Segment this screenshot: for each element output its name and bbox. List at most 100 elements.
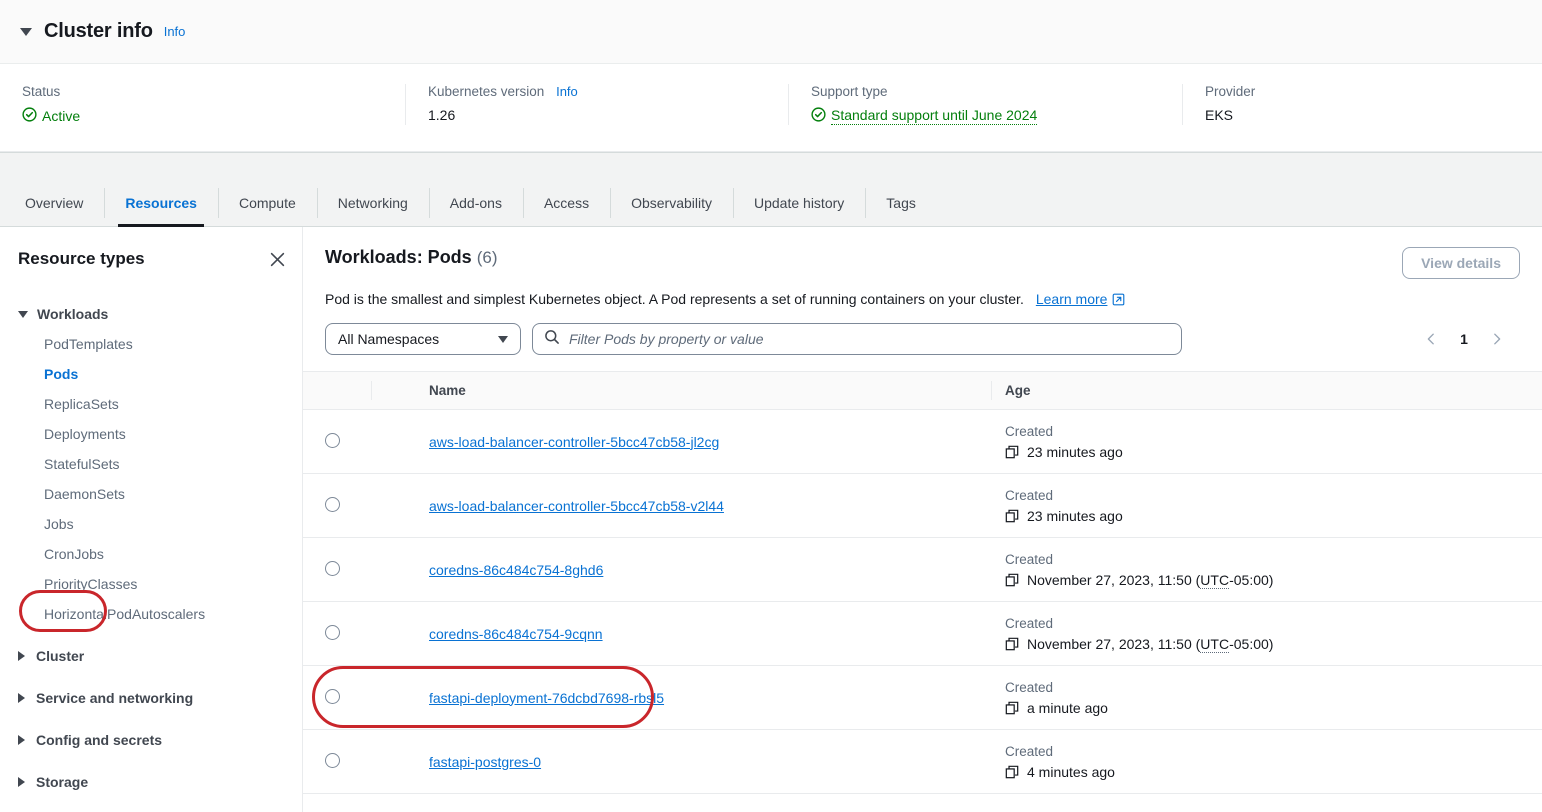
- table-row[interactable]: coredns-86c484c754-8ghd6 Created Novembe…: [303, 537, 1542, 602]
- sidebar-item-statefulsets[interactable]: StatefulSets: [0, 449, 302, 479]
- table-row[interactable]: fastapi-deployment-76dcbd7698-rbsl5 Crea…: [303, 665, 1542, 730]
- tab-compute[interactable]: Compute: [217, 180, 317, 226]
- row-radio[interactable]: [325, 688, 340, 704]
- panel-title: Workloads: Pods (6): [325, 247, 498, 268]
- sidebar-item-podtemplates[interactable]: PodTemplates: [0, 329, 302, 359]
- row-name-cell: aws-load-balancer-controller-5bcc47cb58-…: [371, 409, 991, 474]
- sidebar-group-cluster[interactable]: Cluster: [0, 641, 302, 671]
- panel-title-text: Workloads: Pods: [325, 247, 472, 267]
- row-select-cell: [303, 473, 371, 538]
- namespace-select[interactable]: All Namespaces: [325, 323, 521, 355]
- sidebar-item-pods[interactable]: Pods: [0, 359, 302, 389]
- age-value: November 27, 2023, 11:50 (UTC-05:00): [1005, 635, 1532, 653]
- pagination-next-button[interactable]: [1482, 324, 1512, 354]
- tab-tags[interactable]: Tags: [865, 180, 937, 226]
- chevron-down-icon[interactable]: [20, 27, 32, 36]
- table-row[interactable]: coredns-86c484c754-9cqnn Created Novembe…: [303, 601, 1542, 666]
- age-text: 4 minutes ago: [1027, 763, 1115, 780]
- age-value: 4 minutes ago: [1005, 764, 1532, 780]
- tab-access[interactable]: Access: [522, 180, 610, 226]
- pod-link[interactable]: fastapi-deployment-76dcbd7698-rbsl5: [429, 690, 664, 706]
- status-badge: Active: [22, 107, 80, 125]
- row-radio[interactable]: [325, 432, 340, 448]
- table-header: Name Age: [303, 371, 1542, 410]
- cluster-properties: Status Active Kubernetes version Info 1.…: [0, 64, 1542, 151]
- cluster-info-section: Cluster info Info Status Active Kubernet…: [0, 0, 1542, 152]
- learn-more-label: Learn more: [1035, 291, 1108, 307]
- row-age-cell: Created November 27, 2023, 11:50 (UTC-05…: [991, 537, 1542, 602]
- age-text: 23 minutes ago: [1027, 443, 1123, 460]
- tab-resources[interactable]: Resources: [104, 180, 218, 227]
- pod-link[interactable]: aws-load-balancer-controller-5bcc47cb58-…: [429, 434, 719, 450]
- search-box[interactable]: [532, 323, 1182, 355]
- column-header-age[interactable]: Age: [991, 371, 1542, 410]
- sidebar-group-storage[interactable]: Storage: [0, 767, 302, 797]
- tab-update-history[interactable]: Update history: [733, 180, 865, 226]
- sidebar-item-jobs[interactable]: Jobs: [0, 509, 302, 539]
- sidebar-item-cronjobs[interactable]: CronJobs: [0, 539, 302, 569]
- row-age-cell: Created 4 minutes ago: [991, 729, 1542, 794]
- k8s-version-info-link[interactable]: Info: [556, 84, 578, 99]
- row-radio[interactable]: [325, 624, 340, 640]
- sidebar-group-workloads[interactable]: Workloads: [0, 299, 302, 329]
- copy-icon[interactable]: [1005, 637, 1019, 651]
- pod-link[interactable]: aws-load-balancer-controller-5bcc47cb58-…: [429, 498, 724, 514]
- page-title: Cluster info: [44, 20, 153, 42]
- tab-overview[interactable]: Overview: [4, 180, 104, 226]
- sidebar-group-label: Workloads: [37, 306, 109, 322]
- table-row[interactable]: aws-load-balancer-controller-5bcc47cb58-…: [303, 409, 1542, 474]
- row-radio[interactable]: [325, 752, 340, 768]
- pod-link[interactable]: coredns-86c484c754-9cqnn: [429, 626, 603, 642]
- sidebar-title: Resource types: [18, 249, 145, 268]
- sidebar-item-priorityclasses[interactable]: PriorityClasses: [0, 569, 302, 599]
- sidebar-group-label: Cluster: [36, 648, 85, 664]
- copy-icon[interactable]: [1005, 701, 1019, 715]
- age-created-label: Created: [1005, 615, 1054, 631]
- copy-icon[interactable]: [1005, 445, 1019, 459]
- copy-icon[interactable]: [1005, 765, 1019, 779]
- filter-row: All Namespaces 1: [325, 323, 1520, 355]
- pagination-page-1[interactable]: 1: [1450, 325, 1478, 353]
- check-circle-icon: [811, 107, 831, 125]
- cluster-info-header[interactable]: Cluster info Info: [0, 0, 1542, 64]
- cluster-info-link[interactable]: Info: [164, 24, 186, 39]
- pod-link[interactable]: coredns-86c484c754-8ghd6: [429, 562, 603, 578]
- pod-link[interactable]: fastapi-postgres-0: [429, 754, 541, 770]
- view-details-button[interactable]: View details: [1402, 247, 1520, 279]
- close-icon[interactable]: [269, 251, 286, 268]
- property-label: Kubernetes version Info: [428, 84, 766, 99]
- learn-more-link[interactable]: Learn more: [1036, 291, 1126, 307]
- sidebar-item-horizontalpodautoscalers[interactable]: HorizontalPodAutoscalers: [0, 599, 302, 629]
- sidebar-group-label: Service and networking: [36, 690, 194, 706]
- row-select-cell: [303, 409, 371, 474]
- resource-types-sidebar: Resource types Workloads PodTemplates Po…: [0, 227, 303, 812]
- age-text: November 27, 2023, 11:50 (UTC-05:00): [1027, 635, 1274, 653]
- age-value: a minute ago: [1005, 700, 1532, 716]
- pods-table: Name Age aws-load-balancer-controller-5b…: [303, 371, 1542, 794]
- sidebar-group-service-and-networking[interactable]: Service and networking: [0, 683, 302, 713]
- row-radio[interactable]: [325, 496, 340, 512]
- row-radio[interactable]: [325, 560, 340, 576]
- table-row[interactable]: aws-load-balancer-controller-5bcc47cb58-…: [303, 473, 1542, 538]
- sidebar-item-replicasets[interactable]: ReplicaSets: [0, 389, 302, 419]
- sidebar-item-daemonsets[interactable]: DaemonSets: [0, 479, 302, 509]
- tab-add-ons[interactable]: Add-ons: [428, 180, 523, 226]
- sidebar-group-config-and-secrets[interactable]: Config and secrets: [0, 725, 302, 755]
- search-input[interactable]: [569, 331, 1170, 347]
- property-value: Active: [22, 107, 383, 125]
- tab-networking[interactable]: Networking: [316, 180, 429, 226]
- copy-icon[interactable]: [1005, 573, 1019, 587]
- row-name-cell: coredns-86c484c754-8ghd6: [371, 537, 991, 602]
- property-label: Status: [22, 84, 61, 99]
- copy-icon[interactable]: [1005, 509, 1019, 523]
- support-badge[interactable]: Standard support until June 2024: [811, 107, 1038, 125]
- sidebar-group-label: Config and secrets: [36, 732, 163, 748]
- table-row[interactable]: fastapi-postgres-0 Created 4 minutes ago: [303, 729, 1542, 794]
- column-header-name[interactable]: Name: [371, 371, 991, 410]
- age-value: November 27, 2023, 11:50 (UTC-05:00): [1005, 571, 1532, 589]
- pagination-prev-button[interactable]: [1416, 324, 1446, 354]
- tab-observability[interactable]: Observability: [610, 180, 733, 226]
- table-header-row: Name Age: [303, 371, 1542, 410]
- property-value: EKS: [1205, 107, 1234, 123]
- sidebar-item-deployments[interactable]: Deployments: [0, 419, 302, 449]
